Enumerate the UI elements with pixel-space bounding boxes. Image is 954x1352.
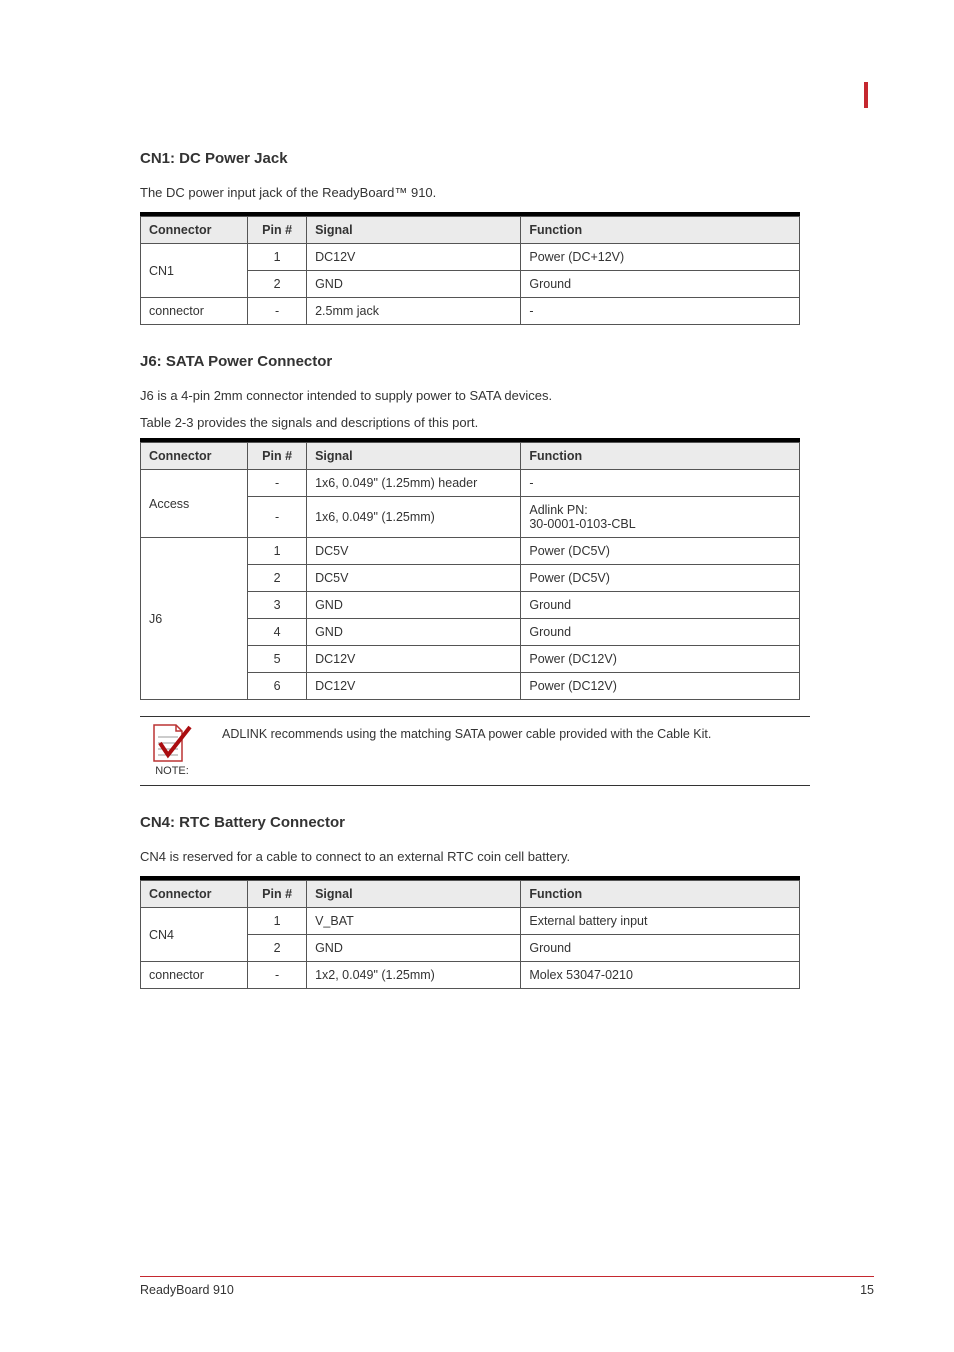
cell-signal: 1x6, 0.049" (1.25mm) header	[307, 470, 521, 497]
section-title-cn4: CN4: RTC Battery Connector	[140, 814, 874, 831]
page-side-marker	[864, 82, 868, 108]
cell-connector: CN4	[141, 908, 248, 962]
note-label: NOTE:	[140, 765, 204, 777]
cell-function: Power (DC5V)	[521, 538, 800, 565]
cell-pin: -	[248, 497, 307, 538]
cell-function: Molex 53047-0210	[521, 962, 800, 989]
table-header: Pin #	[248, 881, 307, 908]
cell-pin: 5	[248, 646, 307, 673]
cell-pin: 3	[248, 592, 307, 619]
cell-pin: 2	[248, 271, 307, 298]
table-header: Function	[521, 443, 800, 470]
table-header: Pin #	[248, 217, 307, 244]
cell-function: Power (DC+12V)	[521, 244, 800, 271]
cell-function: Power (DC12V)	[521, 673, 800, 700]
table-row: CN4 1 V_BAT External battery input	[141, 908, 800, 935]
note-icon-wrap: NOTE:	[140, 723, 204, 777]
section-title-j6: J6: SATA Power Connector	[140, 353, 874, 370]
cell-pin: 6	[248, 673, 307, 700]
cell-signal: GND	[307, 271, 521, 298]
cell-signal: GND	[307, 935, 521, 962]
table-header: Function	[521, 217, 800, 244]
cell-signal: DC12V	[307, 646, 521, 673]
table-header: Pin #	[248, 443, 307, 470]
table-header: Signal	[307, 443, 521, 470]
table-header: Connector	[141, 881, 248, 908]
section-title-cn1: CN1: DC Power Jack	[140, 150, 874, 167]
section-desc-cn4: CN4 is reserved for a cable to connect t…	[140, 849, 874, 864]
cell-pin: -	[248, 298, 307, 325]
note-text: ADLINK recommends using the matching SAT…	[222, 723, 810, 741]
cell-signal: GND	[307, 619, 521, 646]
page-footer: ReadyBoard 910 15	[140, 1276, 874, 1297]
checklist-icon	[150, 723, 194, 763]
cell-signal: DC12V	[307, 244, 521, 271]
footer-page-number: 15	[860, 1283, 874, 1297]
cell-function: Adlink PN: 30-0001-0103-CBL	[521, 497, 800, 538]
table-j6: Connector Pin # Signal Function Access -…	[140, 438, 800, 700]
section-desc-cn1: The DC power input jack of the ReadyBoar…	[140, 185, 874, 200]
cell-function: Power (DC12V)	[521, 646, 800, 673]
table-header: Connector	[141, 443, 248, 470]
cell-function: Ground	[521, 592, 800, 619]
table-header: Signal	[307, 217, 521, 244]
cell-connector: connector	[141, 298, 248, 325]
footer-left: ReadyBoard 910	[140, 1283, 234, 1297]
cell-signal: DC5V	[307, 565, 521, 592]
cell-signal: GND	[307, 592, 521, 619]
cell-connector: connector	[141, 962, 248, 989]
table-row: connector - 1x2, 0.049" (1.25mm) Molex 5…	[141, 962, 800, 989]
table-row: Access - 1x6, 0.049" (1.25mm) header -	[141, 470, 800, 497]
cell-pin: -	[248, 962, 307, 989]
cell-function: Ground	[521, 619, 800, 646]
table-header: Signal	[307, 881, 521, 908]
table-header: Function	[521, 881, 800, 908]
cell-signal: 2.5mm jack	[307, 298, 521, 325]
cell-signal: 1x2, 0.049" (1.25mm)	[307, 962, 521, 989]
section-desc-j6: J6 is a 4-pin 2mm connector intended to …	[140, 388, 874, 403]
table-row: J6 1 DC5V Power (DC5V)	[141, 538, 800, 565]
cell-connector: J6	[141, 538, 248, 700]
table-header: Connector	[141, 217, 248, 244]
cell-signal: DC5V	[307, 538, 521, 565]
table-row: CN1 1 DC12V Power (DC+12V)	[141, 244, 800, 271]
cell-function: Ground	[521, 935, 800, 962]
cell-pin: 2	[248, 935, 307, 962]
cell-pin: 1	[248, 538, 307, 565]
cell-connector: CN1	[141, 244, 248, 298]
table-cn1: Connector Pin # Signal Function CN1 1 DC…	[140, 212, 800, 325]
cell-pin: 4	[248, 619, 307, 646]
table-row: connector - 2.5mm jack -	[141, 298, 800, 325]
cell-connector: Access	[141, 470, 248, 538]
section-sub-j6: Table 2-3 provides the signals and descr…	[140, 415, 874, 430]
cell-pin: 1	[248, 908, 307, 935]
table-cn4: Connector Pin # Signal Function CN4 1 V_…	[140, 876, 800, 989]
cell-function: Power (DC5V)	[521, 565, 800, 592]
cell-pin: 1	[248, 244, 307, 271]
note-block: NOTE: ADLINK recommends using the matchi…	[140, 716, 810, 786]
cell-signal: 1x6, 0.049" (1.25mm)	[307, 497, 521, 538]
cell-function: External battery input	[521, 908, 800, 935]
cell-function: -	[521, 470, 800, 497]
cell-signal: V_BAT	[307, 908, 521, 935]
cell-pin: -	[248, 470, 307, 497]
cell-signal: DC12V	[307, 673, 521, 700]
cell-function: -	[521, 298, 800, 325]
cell-function: Ground	[521, 271, 800, 298]
cell-pin: 2	[248, 565, 307, 592]
